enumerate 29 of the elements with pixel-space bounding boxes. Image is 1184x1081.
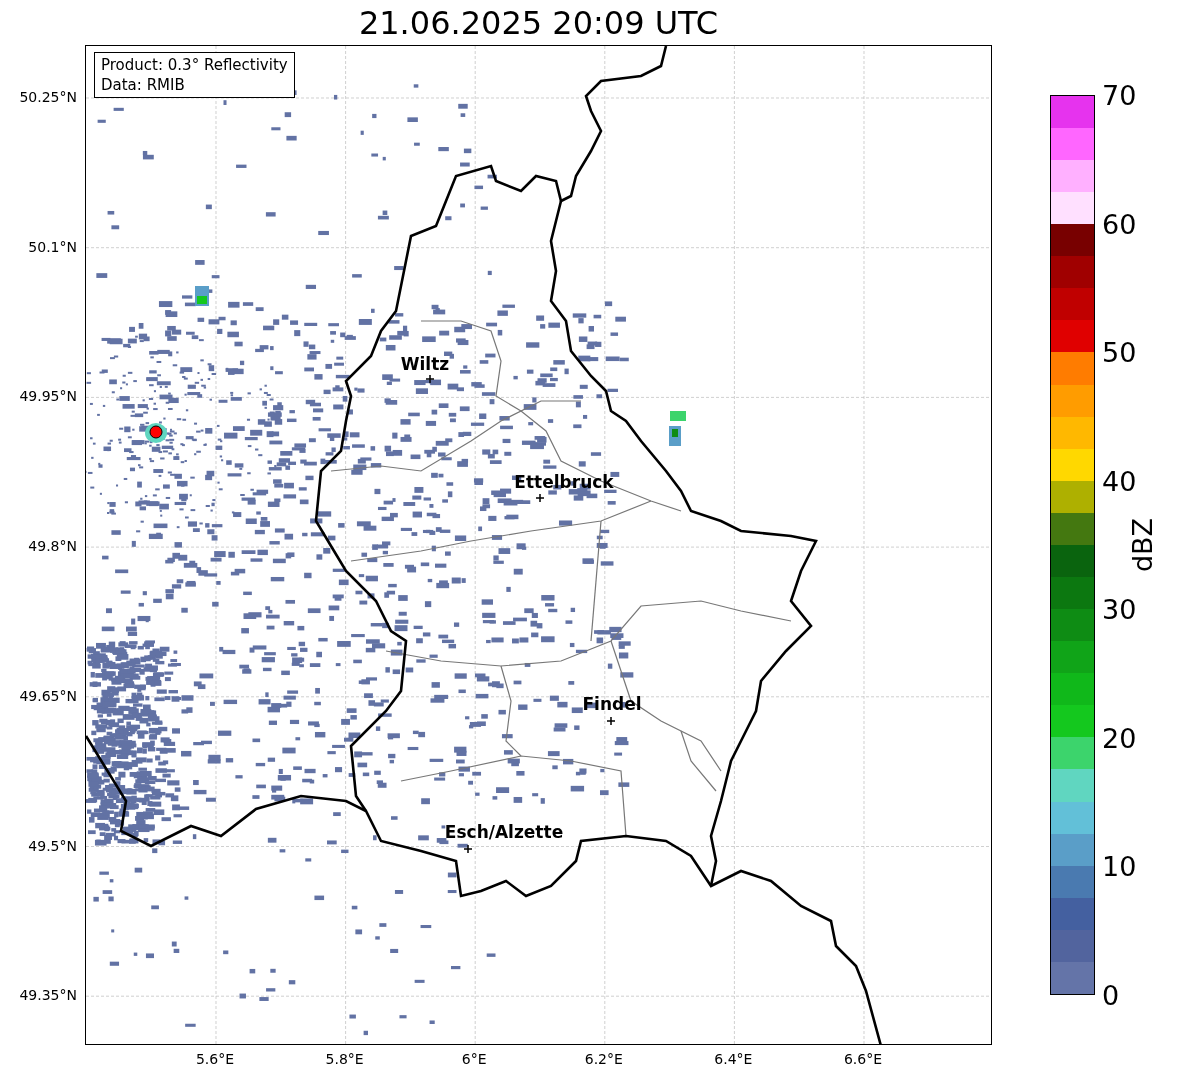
scale-tick-label: 30 (1102, 595, 1137, 623)
scale-tick-label: 10 (1102, 852, 1137, 880)
scale-tick-label: 60 (1102, 210, 1137, 238)
info-text: Product: 0.3° Reflectivity (101, 55, 288, 75)
longitude-label: 6.6°E (843, 1051, 883, 1067)
city-label: Esch/Alzette (444, 822, 564, 842)
longitude-label: 6.4°E (714, 1051, 753, 1067)
longitude-label: 6.2°E (584, 1051, 623, 1067)
latitude-label: 49.5°N (28, 837, 77, 854)
latitude-label: 49.65°N (19, 687, 77, 704)
scale-tick-label: 70 (1102, 81, 1137, 109)
city-label: Wiltz (400, 354, 450, 374)
scale-tick-label: 20 (1102, 724, 1137, 752)
city-label: Findel (582, 694, 642, 714)
chart-title: 21.06.2025 20:09 UTC (358, 3, 719, 44)
info-text: Data: RMIB (101, 75, 186, 95)
latitude-label: 50.25°N (19, 89, 77, 105)
scale-tick-label: 0 (1102, 981, 1120, 1009)
latitude-label: 49.95°N (19, 388, 77, 405)
longitude-label: 5.8°E (325, 1051, 364, 1067)
city-label: Ettelbruck (514, 472, 614, 492)
longitude-label: 5.6°E (195, 1051, 235, 1067)
latitude-label: 49.35°N (19, 987, 77, 1004)
scale-tick-label: 40 (1102, 467, 1137, 495)
latitude-label: 49.8°N (28, 538, 77, 555)
scale-unit-label: dBZ (1126, 517, 1158, 573)
scale-tick-label: 50 (1102, 338, 1137, 366)
longitude-label: 6°E (461, 1051, 487, 1067)
latitude-label: 50.1°N (28, 238, 77, 255)
